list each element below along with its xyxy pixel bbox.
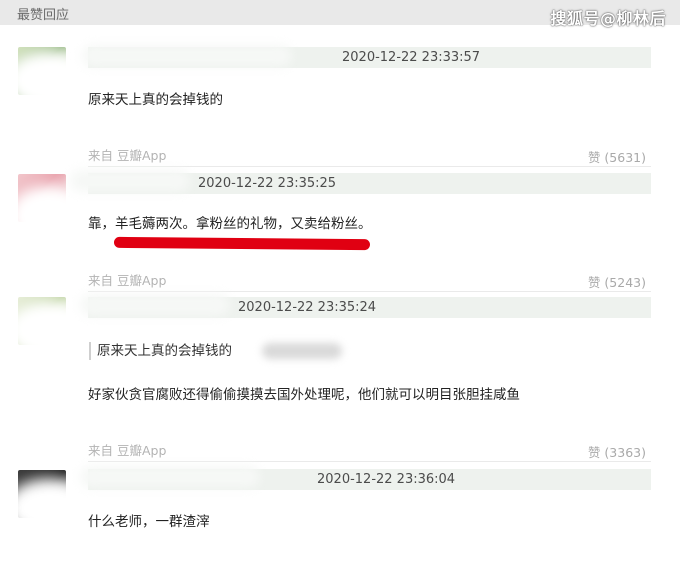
comment-text: 原来天上真的会掉钱的 [88, 92, 223, 108]
like-button[interactable]: 赞 (3363) [588, 442, 646, 461]
username-redaction [80, 466, 260, 488]
comment-text: 什么老师，一群渣滓 [88, 514, 210, 530]
comment-timestamp: 2020-12-22 23:35:24 [238, 300, 377, 315]
like-button[interactable]: 赞 (5631) [588, 147, 646, 166]
comment-source[interactable]: 来自 豆瓣App [88, 440, 166, 459]
section-header: 最赞回应 搜狐号@柳林后 [0, 0, 680, 28]
divider [88, 291, 651, 292]
comment-timestamp: 2020-12-22 23:36:04 [317, 472, 456, 487]
comment-text: 好家伙贪官腐败还得偷偷摸摸去国外处理呢，他们就可以明目张胆挂咸鱼 [88, 387, 520, 403]
quoted-text: 原来天上真的会掉钱的 [97, 343, 232, 359]
divider [88, 461, 651, 462]
quoted-user-redaction [262, 343, 342, 359]
username-redaction [70, 170, 190, 192]
comment-timestamp: 2020-12-22 23:33:57 [342, 50, 481, 65]
highlight-underline [113, 236, 371, 251]
comment-text: 靠，羊毛薅两次。拿粉丝的礼物，又卖给粉丝。 [88, 216, 372, 232]
watermark: 搜狐号@柳林后 [550, 9, 666, 28]
comment-source[interactable]: 来自 豆瓣App [88, 145, 166, 164]
like-button[interactable]: 赞 (5243) [588, 272, 646, 291]
section-title: 最赞回应 [17, 8, 70, 23]
avatar-redaction [5, 478, 95, 538]
quoted-comment: 原来天上真的会掉钱的 [89, 342, 232, 360]
username-redaction [82, 45, 292, 67]
divider [88, 166, 651, 167]
username-redaction [80, 294, 230, 316]
comment-timestamp: 2020-12-22 23:35:25 [198, 176, 337, 191]
comment-source[interactable]: 来自 豆瓣App [88, 270, 166, 289]
avatar-redaction [8, 185, 88, 245]
